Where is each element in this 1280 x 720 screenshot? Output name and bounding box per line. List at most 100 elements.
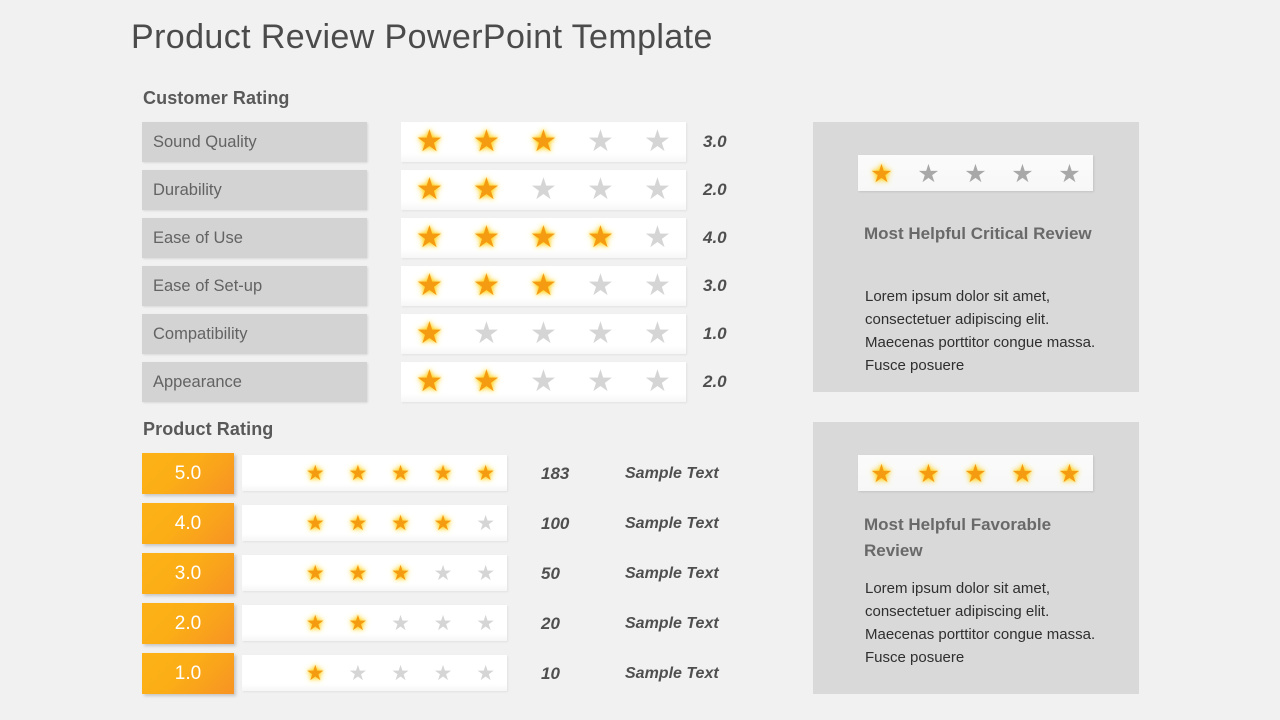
star-filled-icon[interactable]: ★ [530,223,557,253]
star-empty-icon[interactable]: ★ [644,175,671,205]
star-filled-icon[interactable]: ★ [964,461,986,486]
customer-rating-row: Durability ★ ★ ★ ★ ★ 2.0 [142,170,782,218]
customer-rating-stars[interactable]: ★ ★ ★ ★ ★ [401,218,686,258]
star-filled-icon[interactable]: ★ [473,175,500,205]
customer-rating-stars[interactable]: ★ ★ ★ ★ ★ [401,314,686,354]
star-empty-icon[interactable]: ★ [530,175,557,205]
star-filled-icon[interactable]: ★ [434,512,453,534]
customer-rating-stars[interactable]: ★ ★ ★ ★ ★ [401,122,686,162]
star-filled-icon[interactable]: ★ [416,367,443,397]
product-rating-row: ★ ★ ★ ★ ★ 5.0 183 Sample Text [142,453,842,503]
customer-rating-label[interactable]: Compatibility [142,314,367,354]
product-rating-count: 100 [541,513,570,533]
star-filled-icon[interactable]: ★ [306,562,325,584]
star-empty-icon[interactable]: ★ [644,271,671,301]
star-filled-icon[interactable]: ★ [434,462,453,484]
star-empty-icon[interactable]: ★ [964,161,986,186]
customer-rating-row: Sound Quality ★ ★ ★ ★ ★ 3.0 [142,122,782,170]
star-empty-icon[interactable]: ★ [644,367,671,397]
star-empty-icon[interactable]: ★ [587,175,614,205]
star-filled-icon[interactable]: ★ [473,367,500,397]
star-filled-icon[interactable]: ★ [416,175,443,205]
customer-rating-stars[interactable]: ★ ★ ★ ★ ★ [401,170,686,210]
star-filled-icon[interactable]: ★ [1058,461,1080,486]
product-rating-stars[interactable]: ★ ★ ★ ★ ★ [242,455,507,491]
product-rating-badge[interactable]: 2.0 [142,603,234,644]
star-filled-icon[interactable]: ★ [348,512,367,534]
customer-rating-stars[interactable]: ★ ★ ★ ★ ★ [401,266,686,306]
star-empty-icon[interactable]: ★ [644,319,671,349]
customer-rating-stars[interactable]: ★ ★ ★ ★ ★ [401,362,686,402]
star-filled-icon[interactable]: ★ [306,612,325,634]
star-empty-icon[interactable]: ★ [644,127,671,157]
star-filled-icon[interactable]: ★ [473,271,500,301]
customer-rating-row: Ease of Use ★ ★ ★ ★ ★ 4.0 [142,218,782,266]
star-filled-icon[interactable]: ★ [473,127,500,157]
customer-rating-label[interactable]: Ease of Set-up [142,266,367,306]
star-filled-icon[interactable]: ★ [306,662,325,684]
star-filled-icon[interactable]: ★ [587,223,614,253]
critical-review-stars[interactable]: ★ ★ ★ ★ ★ [858,155,1093,191]
star-empty-icon[interactable]: ★ [644,223,671,253]
star-empty-icon[interactable]: ★ [473,319,500,349]
customer-rating-score: 3.0 [703,276,727,295]
customer-rating-label[interactable]: Durability [142,170,367,210]
star-empty-icon[interactable]: ★ [476,512,495,534]
star-empty-icon[interactable]: ★ [1058,161,1080,186]
star-empty-icon[interactable]: ★ [587,271,614,301]
star-filled-icon[interactable]: ★ [391,562,410,584]
star-empty-icon[interactable]: ★ [530,367,557,397]
star-empty-icon[interactable]: ★ [434,662,453,684]
star-filled-icon[interactable]: ★ [416,271,443,301]
star-filled-icon[interactable]: ★ [416,319,443,349]
star-empty-icon[interactable]: ★ [1011,161,1033,186]
star-empty-icon[interactable]: ★ [434,612,453,634]
star-filled-icon[interactable]: ★ [416,223,443,253]
product-rating-badge[interactable]: 3.0 [142,553,234,594]
customer-rating-row: Appearance ★ ★ ★ ★ ★ 2.0 [142,362,782,410]
product-rating-stars[interactable]: ★ ★ ★ ★ ★ [242,605,507,641]
star-filled-icon[interactable]: ★ [348,612,367,634]
star-filled-icon[interactable]: ★ [473,223,500,253]
star-filled-icon[interactable]: ★ [348,462,367,484]
star-filled-icon[interactable]: ★ [530,127,557,157]
critical-review-body: Lorem ipsum dolor sit amet, consectetuer… [865,288,1096,374]
customer-rating-label[interactable]: Sound Quality [142,122,367,162]
star-filled-icon[interactable]: ★ [416,127,443,157]
product-rating-badge[interactable]: 1.0 [142,653,234,694]
product-rating-stars[interactable]: ★ ★ ★ ★ ★ [242,555,507,591]
product-rating-stars[interactable]: ★ ★ ★ ★ ★ [242,655,507,691]
star-empty-icon[interactable]: ★ [476,562,495,584]
star-empty-icon[interactable]: ★ [476,612,495,634]
star-filled-icon[interactable]: ★ [917,461,939,486]
customer-rating-label[interactable]: Appearance [142,362,367,402]
star-filled-icon[interactable]: ★ [306,512,325,534]
star-empty-icon[interactable]: ★ [348,662,367,684]
star-empty-icon[interactable]: ★ [917,161,939,186]
star-filled-icon[interactable]: ★ [870,161,892,186]
product-rating-count: 50 [541,563,560,583]
star-empty-icon[interactable]: ★ [476,662,495,684]
customer-rating-label[interactable]: Ease of Use [142,218,367,258]
star-filled-icon[interactable]: ★ [530,271,557,301]
star-filled-icon[interactable]: ★ [476,462,495,484]
product-rating-stars[interactable]: ★ ★ ★ ★ ★ [242,505,507,541]
star-filled-icon[interactable]: ★ [391,462,410,484]
star-empty-icon[interactable]: ★ [587,319,614,349]
product-rating-badge[interactable]: 5.0 [142,453,234,494]
product-rating-sample-text: Sample Text [625,514,719,532]
product-rating-badge[interactable]: 4.0 [142,503,234,544]
star-filled-icon[interactable]: ★ [348,562,367,584]
star-empty-icon[interactable]: ★ [391,662,410,684]
star-filled-icon[interactable]: ★ [306,462,325,484]
star-empty-icon[interactable]: ★ [434,562,453,584]
star-filled-icon[interactable]: ★ [1011,461,1033,486]
star-filled-icon[interactable]: ★ [391,512,410,534]
star-filled-icon[interactable]: ★ [870,461,892,486]
star-empty-icon[interactable]: ★ [587,367,614,397]
star-empty-icon[interactable]: ★ [391,612,410,634]
customer-rating-row: Compatibility ★ ★ ★ ★ ★ 1.0 [142,314,782,362]
star-empty-icon[interactable]: ★ [530,319,557,349]
favorable-review-stars[interactable]: ★ ★ ★ ★ ★ [858,455,1093,491]
star-empty-icon[interactable]: ★ [587,127,614,157]
